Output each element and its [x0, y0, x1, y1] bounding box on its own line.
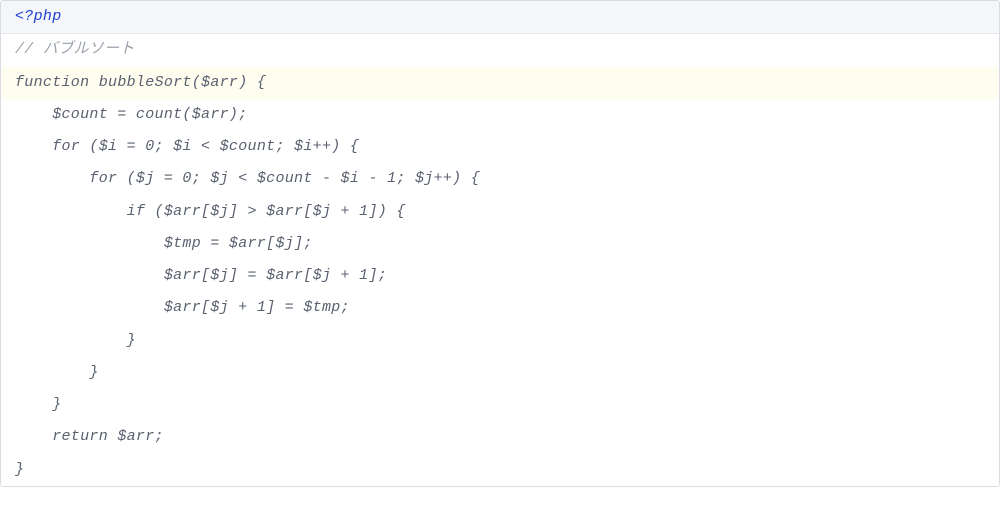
code-line-highlight: function bubbleSort($arr) {	[1, 67, 999, 99]
code-line: }	[1, 325, 999, 357]
code-text: $arr[$j + 1] = $tmp;	[15, 299, 350, 316]
code-text: if ($arr[$j] > $arr[$j + 1]) {	[15, 203, 406, 220]
code-line: if ($arr[$j] > $arr[$j + 1]) {	[1, 196, 999, 228]
code-text: }	[15, 332, 136, 349]
comment: // バブルソート	[15, 41, 135, 58]
code-line: for ($j = 0; $j < $count - $i - 1; $j++)…	[1, 163, 999, 195]
code-text: return $arr;	[15, 428, 164, 445]
code-block: <?php // バブルソート function bubbleSort($arr…	[0, 0, 1000, 487]
php-open-tag: <?php	[15, 8, 62, 25]
code-line: <?php	[1, 1, 999, 34]
code-line: return $arr;	[1, 421, 999, 453]
code-line: $count = count($arr);	[1, 99, 999, 131]
code-line: $arr[$j + 1] = $tmp;	[1, 292, 999, 324]
code-text: function bubbleSort($arr) {	[15, 74, 266, 91]
code-text: $tmp = $arr[$j];	[15, 235, 313, 252]
code-text: for ($i = 0; $i < $count; $i++) {	[15, 138, 359, 155]
code-line: $arr[$j] = $arr[$j + 1];	[1, 260, 999, 292]
code-line: // バブルソート	[1, 34, 999, 66]
code-line: for ($i = 0; $i < $count; $i++) {	[1, 131, 999, 163]
code-text: $arr[$j] = $arr[$j + 1];	[15, 267, 387, 284]
code-text: }	[15, 461, 24, 478]
code-text: }	[15, 396, 62, 413]
code-text: }	[15, 364, 99, 381]
code-text: for ($j = 0; $j < $count - $i - 1; $j++)…	[15, 170, 480, 187]
code-line: }	[1, 357, 999, 389]
code-line: }	[1, 454, 999, 486]
code-text: $count = count($arr);	[15, 106, 248, 123]
code-line: }	[1, 389, 999, 421]
code-line: $tmp = $arr[$j];	[1, 228, 999, 260]
